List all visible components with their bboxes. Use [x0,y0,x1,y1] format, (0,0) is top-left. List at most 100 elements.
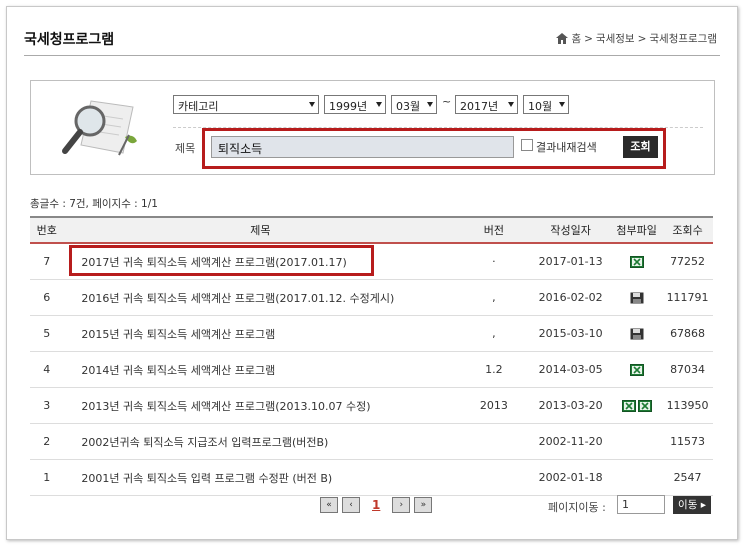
chevron-down-icon [376,102,382,107]
goto-page-label: 페이지이동 : [548,501,606,514]
column-header-version: 버전 [457,216,531,244]
double-right-arrow-icon: » [420,500,427,510]
floppy-disk-icon[interactable] [630,292,644,304]
double-left-arrow-icon: « [326,500,332,510]
goto-page-button[interactable]: 이동 ▸ [673,496,711,514]
home-icon[interactable] [556,33,569,44]
excel-file-icon[interactable] [629,256,644,268]
row-version: 2013 [457,387,531,424]
row-number: 2 [30,423,64,460]
to-month-value: 10월 [528,100,553,113]
breadcrumb-separator: > [584,32,593,45]
to-month-select[interactable]: 10월 [523,95,569,114]
page-title: 국세청프로그램 [24,32,115,48]
table-row: 6 2016년 귀속 퇴직소득 세액계산 프로그램(2017.01.12. 수정게… [30,279,713,316]
title-divider [24,55,720,56]
row-views: 111791 [662,279,713,316]
row-attachments [611,387,663,424]
right-arrow-icon: › [399,500,404,510]
next-page-button[interactable]: › [392,497,411,513]
from-month-value: 03월 [396,100,421,113]
breadcrumb-tax-info[interactable]: 국세정보 [596,31,635,46]
from-year-select[interactable]: 1999년 [324,95,386,114]
left-arrow-icon: ‹ [349,500,353,510]
column-header-date: 작성일자 [530,216,612,244]
category-select[interactable]: 카테고리 [173,95,319,114]
title-label: 제목 [175,142,196,155]
table-header-row: 번호 제목 버전 작성일자 첨부파일 조회수 [30,216,713,244]
row-date: 2015-03-10 [530,315,612,352]
breadcrumb-separator: > [637,32,647,45]
row-version: , [457,315,531,352]
result-summary: 총글수 : 7건, 페이지수 : 1/1 [30,198,158,210]
last-page-button[interactable]: » [414,497,433,513]
row-number: 1 [30,459,64,496]
goto-page-input[interactable]: 1 [617,495,665,514]
row-version [457,459,531,496]
row-date: 2002-11-20 [530,423,612,460]
table-row: 3 2013년 귀속 퇴직소득 세액계산 프로그램(2013.10.07 수정) 2… [30,387,713,424]
row-title-link[interactable]: 2014년 귀속 퇴직소득 세액계산 프로그램 [63,351,458,388]
row-title-link[interactable]: 2013년 귀속 퇴직소득 세액계산 프로그램(2013.10.07 수정) [63,387,458,424]
excel-file-icon[interactable] [629,364,644,376]
row-title-link[interactable]: 2002년귀속 퇴직소득 지급조서 입력프로그램(버전B) [63,423,458,460]
row-number: 6 [30,279,64,316]
row-version [457,423,531,460]
row-date: 2002-01-18 [530,459,612,496]
excel-file-icon[interactable] [621,400,636,412]
row-views: 11573 [662,423,713,460]
row-attachments [611,315,663,352]
row-number: 4 [30,351,64,388]
row-version: 1.2 [457,351,531,388]
row-attachments [611,351,663,388]
chevron-down-icon [427,102,433,107]
table-row: 1 2001년 귀속 퇴직소득 입력 프로그램 수정판 (버전 B) 2002-01… [30,459,713,496]
search-highlight-box [202,128,666,169]
row-attachments [611,423,663,460]
row-views: 87034 [662,351,713,388]
row-number: 5 [30,315,64,352]
floppy-disk-icon[interactable] [630,328,644,340]
row-version: · [457,243,531,280]
page-number-current[interactable]: 1 [364,498,388,512]
from-year-value: 1999년 [329,100,368,113]
table-row: 5 2015년 귀속 퇴직소득 세액계산 프로그램, 2015-03-10 67868 [30,315,713,352]
column-header-title: 제목 [63,216,458,244]
from-month-select[interactable]: 03월 [391,95,437,114]
breadcrumb-home[interactable]: 홈 [571,31,581,46]
row-highlight-box [69,245,374,276]
breadcrumb: 홈 > 국세정보 > 국세청프로그램 [556,31,717,46]
row-date: 2013-03-20 [530,387,612,424]
pagination: « ‹ 1 › » [320,497,433,513]
row-number: 7 [30,243,64,280]
row-views: 113950 [662,387,713,424]
row-title-link[interactable]: 2016년 귀속 퇴직소득 세액계산 프로그램(2017.01.12. 수정게시… [63,279,458,316]
excel-file-icon[interactable] [637,400,652,412]
chevron-down-icon [559,102,565,107]
row-title-link[interactable]: 2015년 귀속 퇴직소득 세액계산 프로그램 [63,315,458,352]
to-year-select[interactable]: 2017년 [455,95,518,114]
row-attachments [611,243,663,280]
column-header-views: 조회수 [662,216,713,244]
chevron-down-icon [508,102,514,107]
row-attachments [611,459,663,496]
row-attachments [611,279,663,316]
first-page-button[interactable]: « [320,497,338,513]
to-year-value: 2017년 [460,100,499,113]
row-date: 2016-02-02 [530,279,612,316]
column-header-attachment: 첨부파일 [611,216,663,244]
breadcrumb-current[interactable]: 국세청프로그램 [649,31,717,46]
date-range-separator: ~ [442,95,452,108]
row-views: 77252 [662,243,713,280]
row-title-link[interactable]: 2001년 귀속 퇴직소득 입력 프로그램 수정판 (버전 B) [63,459,458,496]
prev-page-button[interactable]: ‹ [342,497,360,513]
row-views: 2547 [662,459,713,496]
row-number: 3 [30,387,64,424]
row-version: , [457,279,531,316]
row-date: 2017-01-13 [530,243,612,280]
table-row: 4 2014년 귀속 퇴직소득 세액계산 프로그램 1.2 2014-03-05 870… [30,351,713,388]
row-views: 67868 [662,315,713,352]
category-select-value: 카테고리 [178,100,219,113]
magnifier-document-illustration [62,100,137,156]
row-date: 2014-03-05 [530,351,612,388]
